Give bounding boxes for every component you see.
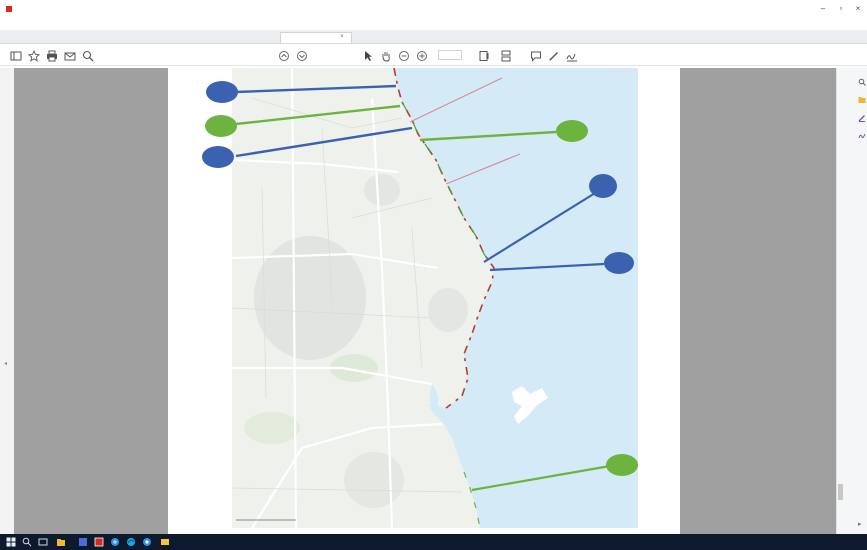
sign-icon[interactable] — [566, 49, 578, 62]
browser-icon[interactable] — [110, 537, 120, 547]
scroll-mode-icon[interactable] — [500, 49, 512, 62]
select-cursor-icon[interactable] — [362, 49, 374, 61]
app-icon[interactable] — [160, 537, 170, 547]
print-icon[interactable] — [46, 49, 58, 62]
urban-area — [344, 452, 404, 508]
urban-area — [428, 288, 468, 332]
pdf-reader-window: – ▫ × × ◂ ▸ — [0, 0, 867, 550]
start-windows-icon[interactable] — [6, 537, 16, 547]
edge-browser-icon[interactable] — [126, 537, 136, 547]
vertical-scrollbar[interactable] — [838, 484, 843, 500]
sidebar-toggle-icon[interactable] — [10, 49, 22, 61]
os-taskbar — [0, 534, 867, 550]
park-area — [244, 412, 300, 444]
folder-icon[interactable] — [858, 96, 866, 104]
teams-icon[interactable] — [78, 537, 88, 547]
fit-page-icon[interactable] — [478, 49, 490, 61]
tab-document[interactable] — [40, 32, 48, 43]
search-icon[interactable] — [858, 78, 866, 86]
tab-home[interactable] — [10, 32, 18, 43]
pdf-app-icon[interactable] — [94, 537, 104, 547]
search-icon[interactable] — [82, 49, 94, 62]
page-down-icon[interactable] — [296, 49, 308, 61]
hand-tool-icon[interactable] — [380, 49, 392, 62]
search-icon[interactable] — [22, 537, 32, 547]
mail-icon[interactable] — [64, 49, 76, 61]
toolbar — [0, 46, 867, 66]
fill-sign-icon[interactable] — [858, 132, 866, 140]
left-panel-collapse[interactable]: ◂ — [0, 68, 14, 534]
comment-icon[interactable] — [530, 49, 542, 62]
close-tab-icon[interactable]: × — [340, 32, 344, 43]
urban-area — [364, 174, 400, 206]
chrome-browser-icon[interactable] — [142, 537, 152, 547]
edit-pdf-icon[interactable] — [858, 114, 866, 122]
title-bar: – ▫ × — [0, 0, 867, 22]
page-up-icon[interactable] — [278, 49, 290, 61]
file-explorer-icon[interactable] — [56, 537, 66, 547]
pen-icon[interactable] — [548, 49, 560, 61]
tab-document[interactable] — [118, 32, 126, 43]
zoom-level-dropdown[interactable] — [438, 50, 462, 60]
app-logo-icon — [6, 6, 12, 12]
maximize-button[interactable]: ▫ — [833, 3, 849, 15]
tab-document[interactable] — [202, 32, 210, 43]
collapse-right-panel-icon[interactable]: ▸ — [858, 520, 862, 528]
close-window-button[interactable]: × — [850, 3, 866, 15]
zoom-in-icon[interactable] — [416, 49, 428, 61]
coastline-map — [232, 68, 638, 528]
zoom-out-icon[interactable] — [398, 49, 410, 61]
tab-bar: × — [0, 30, 867, 44]
task-view-icon[interactable] — [38, 537, 48, 547]
expand-left-icon[interactable]: ◂ — [4, 360, 7, 367]
bookmark-star-icon[interactable] — [27, 49, 41, 62]
minimize-button[interactable]: – — [815, 3, 831, 15]
